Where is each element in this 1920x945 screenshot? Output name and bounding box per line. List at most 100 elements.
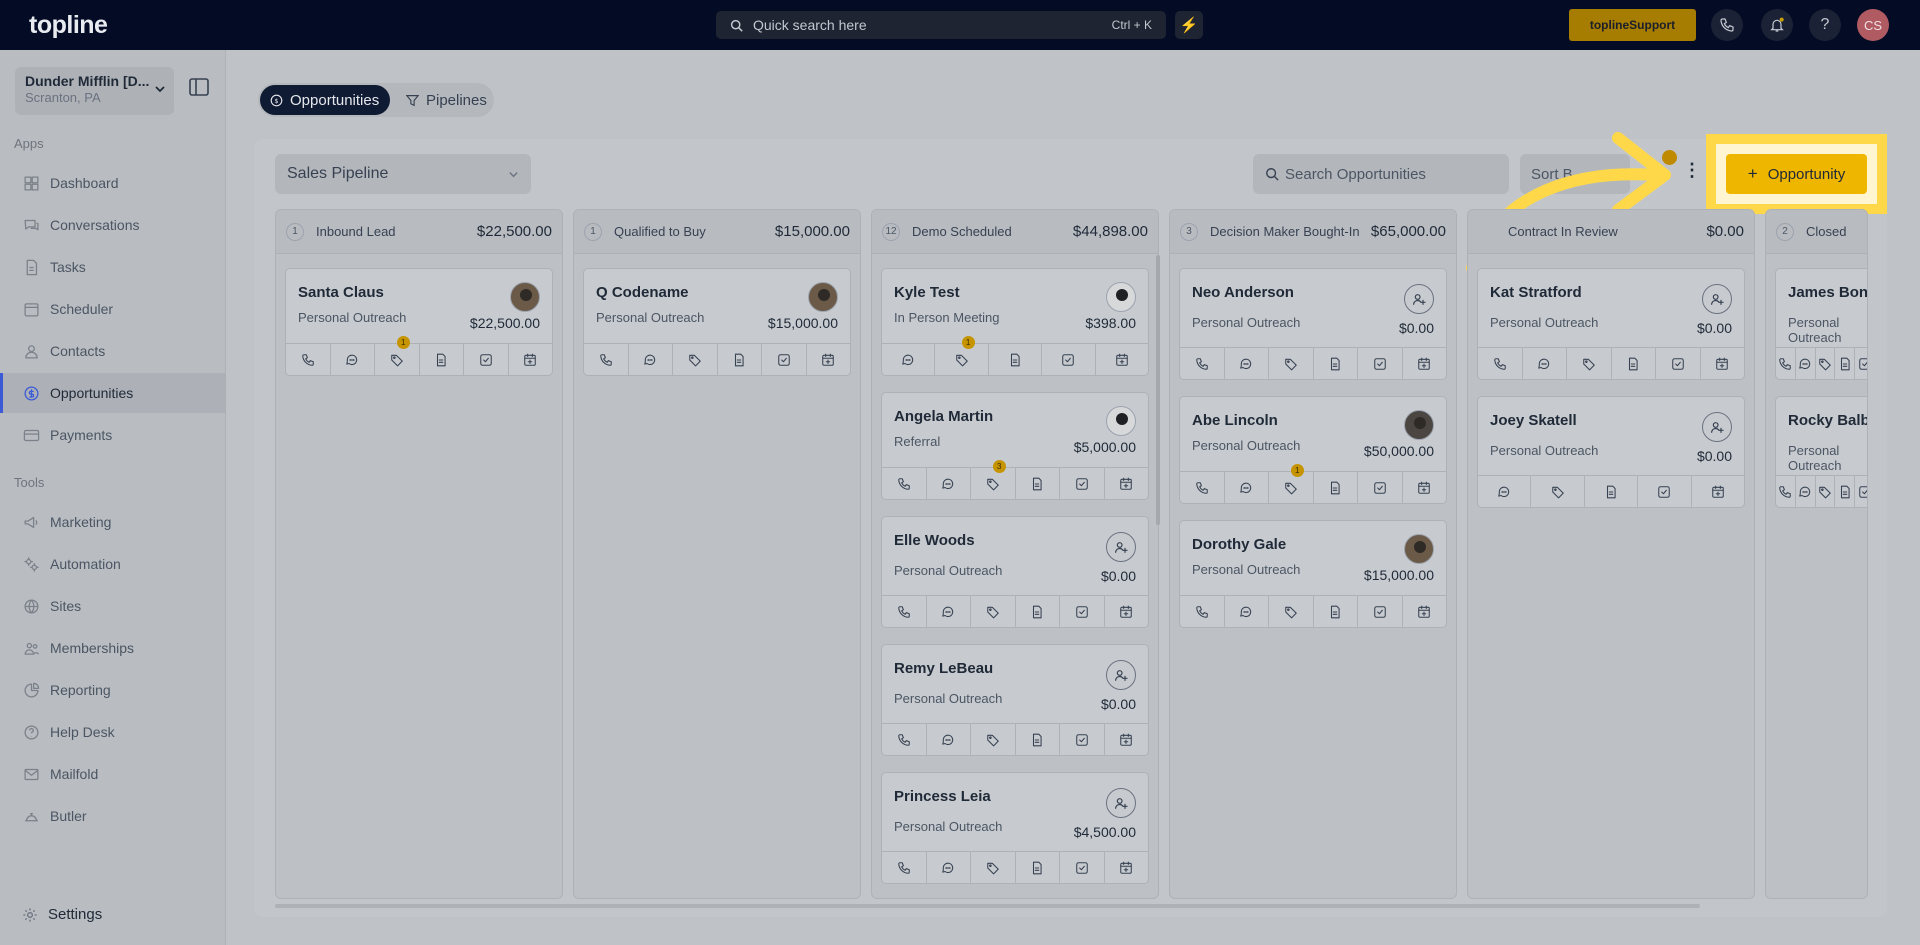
sidebar-item-butler[interactable]: Butler [0, 796, 226, 836]
chat-action-icon[interactable] [629, 344, 673, 375]
opportunity-card[interactable]: Abe Lincoln Personal Outreach $50,000.00… [1179, 396, 1447, 504]
assign-user-icon[interactable] [1106, 532, 1136, 562]
opportunity-name[interactable]: Elle Woods [894, 532, 975, 549]
check-action-icon[interactable] [1358, 472, 1403, 503]
assign-user-icon[interactable] [1106, 660, 1136, 690]
sidebar-item-sites[interactable]: Sites [0, 586, 226, 626]
sidebar-item-scheduler[interactable]: Scheduler [0, 289, 226, 329]
account-switcher[interactable]: Dunder Mifflin [D... Scranton, PA [15, 67, 174, 115]
check-action-icon[interactable] [1358, 348, 1403, 379]
cal-action-icon[interactable] [1403, 472, 1447, 503]
check-action-icon[interactable] [1656, 348, 1701, 379]
chat-action-icon[interactable] [331, 344, 375, 375]
phone-action-icon[interactable] [882, 852, 927, 883]
opportunity-card[interactable]: Elle Woods Personal Outreach $0.00 [881, 516, 1149, 628]
chat-action-icon[interactable] [882, 344, 936, 375]
doc-action-icon[interactable] [420, 344, 464, 375]
board-scrollbar[interactable] [275, 904, 1700, 908]
tag-action-icon[interactable] [1816, 476, 1836, 507]
cal-action-icon[interactable] [1403, 348, 1447, 379]
tag-action-icon[interactable] [971, 852, 1016, 883]
user-avatar[interactable]: CS [1857, 9, 1889, 41]
sidebar-item-memberships[interactable]: Memberships [0, 628, 226, 668]
chat-action-icon[interactable] [1225, 348, 1269, 379]
cal-action-icon[interactable] [1403, 596, 1447, 627]
opportunity-card[interactable]: Kyle Test In Person Meeting $398.00 1 [881, 268, 1149, 376]
tag-action-icon[interactable] [1816, 348, 1836, 379]
cal-action-icon[interactable] [807, 344, 851, 375]
add-opportunity-button[interactable]: + Opportunity [1726, 154, 1867, 194]
opportunity-card[interactable]: Neo Anderson Personal Outreach $0.00 [1179, 268, 1447, 380]
check-action-icon[interactable] [1060, 724, 1105, 755]
sidebar-item-marketing[interactable]: Marketing [0, 502, 226, 542]
phone-action-icon[interactable] [1478, 348, 1523, 379]
assign-user-icon[interactable] [1404, 284, 1434, 314]
cal-action-icon[interactable] [1105, 468, 1149, 499]
sidebar-item-opportunities[interactable]: Opportunities [0, 373, 226, 413]
sidebar-item-tasks[interactable]: Tasks [0, 247, 226, 287]
chat-action-icon[interactable] [1796, 348, 1816, 379]
check-action-icon[interactable] [1060, 468, 1105, 499]
opportunity-card[interactable]: Angela Martin Referral $5,000.00 3 [881, 392, 1149, 500]
tag-action-icon[interactable] [1531, 476, 1585, 507]
column-scrollbar[interactable] [1156, 255, 1160, 525]
phone-action-icon[interactable] [584, 344, 629, 375]
chat-action-icon[interactable] [927, 724, 971, 755]
chat-action-icon[interactable] [1523, 348, 1567, 379]
check-action-icon[interactable] [464, 344, 509, 375]
chat-action-icon[interactable] [1225, 472, 1269, 503]
check-action-icon[interactable] [1060, 596, 1105, 627]
quick-search-input[interactable]: Quick search here Ctrl + K [716, 11, 1166, 39]
chat-action-icon[interactable] [1225, 596, 1269, 627]
cal-action-icon[interactable] [1096, 344, 1148, 375]
opportunity-name[interactable]: Q Codename [596, 284, 689, 301]
doc-action-icon[interactable] [1835, 348, 1856, 379]
doc-action-icon[interactable] [1314, 348, 1358, 379]
opportunity-name[interactable]: Angela Martin [894, 408, 993, 425]
cal-action-icon[interactable] [1105, 596, 1149, 627]
doc-action-icon[interactable] [1016, 724, 1060, 755]
tag-action-icon[interactable] [1567, 348, 1612, 379]
chat-action-icon[interactable] [927, 852, 971, 883]
check-action-icon[interactable] [1042, 344, 1096, 375]
settings-link[interactable]: Settings [22, 906, 102, 923]
assign-user-icon[interactable] [1702, 284, 1732, 314]
doc-action-icon[interactable] [989, 344, 1043, 375]
sidebar-item-help-desk[interactable]: Help Desk [0, 712, 226, 752]
check-action-icon[interactable] [1638, 476, 1692, 507]
cal-action-icon[interactable] [509, 344, 553, 375]
opportunity-card[interactable]: Q Codename Personal Outreach $15,000.00 [583, 268, 851, 376]
assign-user-icon[interactable] [1702, 412, 1732, 442]
sidebar-item-automation[interactable]: Automation [0, 544, 226, 584]
phone-action-icon[interactable] [286, 344, 331, 375]
chat-action-icon[interactable] [927, 596, 971, 627]
opportunity-name[interactable]: Kat Stratford [1490, 284, 1582, 301]
cal-action-icon[interactable] [1105, 724, 1149, 755]
doc-action-icon[interactable] [1016, 596, 1060, 627]
tag-action-icon[interactable]: 3 [971, 460, 1016, 499]
check-action-icon[interactable] [1358, 596, 1403, 627]
opportunity-card[interactable]: Remy LeBeau Personal Outreach $0.00 [881, 644, 1149, 756]
chat-action-icon[interactable] [1796, 476, 1816, 507]
help-icon[interactable]: ? [1809, 9, 1841, 41]
chat-action-icon[interactable] [927, 468, 971, 499]
doc-action-icon[interactable] [1016, 852, 1060, 883]
lightning-icon[interactable]: ⚡ [1175, 11, 1203, 39]
phone-action-icon[interactable] [1776, 476, 1796, 507]
opportunity-name[interactable]: Remy LeBeau [894, 660, 993, 677]
opportunity-name[interactable]: Santa Claus [298, 284, 384, 301]
opportunity-card[interactable]: Dorothy Gale Personal Outreach $15,000.0… [1179, 520, 1447, 628]
sidebar-item-conversations[interactable]: Conversations [0, 205, 226, 245]
sidebar-item-mailfold[interactable]: Mailfold [0, 754, 226, 794]
tag-action-icon[interactable] [1269, 596, 1314, 627]
collapse-sidebar-icon[interactable] [189, 78, 209, 96]
doc-action-icon[interactable] [718, 344, 762, 375]
sidebar-item-dashboard[interactable]: Dashboard [0, 163, 226, 203]
opportunity-name[interactable]: Princess Leia [894, 788, 991, 805]
phone-action-icon[interactable] [882, 724, 927, 755]
opportunity-name[interactable]: Kyle Test [894, 284, 960, 301]
phone-action-icon[interactable] [882, 596, 927, 627]
chat-action-icon[interactable] [1478, 476, 1532, 507]
tag-action-icon[interactable] [673, 344, 718, 375]
tag-action-icon[interactable] [971, 596, 1016, 627]
